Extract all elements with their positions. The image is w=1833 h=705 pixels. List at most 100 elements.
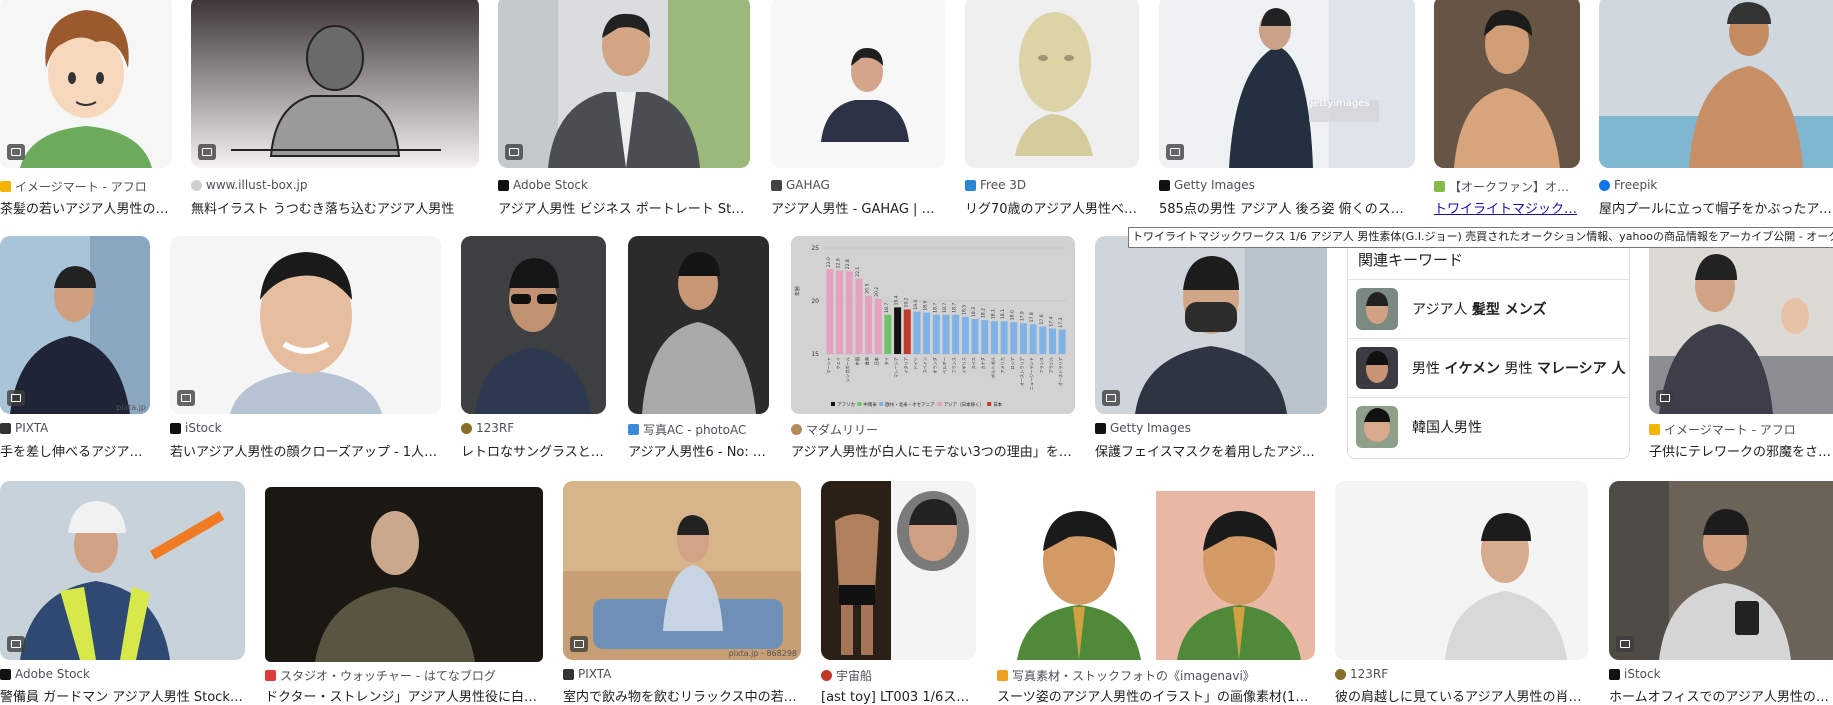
result-source[interactable]: 宇宙船	[821, 667, 872, 684]
result-card[interactable]: イメージマート - アフロ 子供にテレワークの邪魔をされる	[1649, 236, 1833, 460]
result-title[interactable]: スーツ姿のアジア人男性のイラスト」の画像素材(1005…	[997, 686, 1315, 705]
result-card[interactable]: イメージマート - アフロ 茶髪の若いアジア人男性の顔…	[0, 0, 172, 217]
result-card[interactable]: Free 3D リグ70歳のアジア人男性べ…	[965, 0, 1139, 217]
result-source[interactable]: イメージマート - アフロ	[1649, 421, 1796, 438]
result-source[interactable]: Freepik	[1599, 178, 1657, 192]
result-card[interactable]: Freepik 屋内プールに立って帽子をかぶったアジア…	[1599, 0, 1833, 217]
result-card[interactable]: 【オークファン】オ… トワイライトマジック…	[1434, 0, 1580, 217]
result-title[interactable]: アジア人男性が白人にモテない3つの理由」を説…	[791, 441, 1075, 460]
related-keyword-item[interactable]: 男性 イケメン 男性 マレーシア 人	[1348, 338, 1629, 397]
result-thumbnail[interactable]	[461, 236, 606, 414]
result-thumbnail[interactable]: 15 20 25 年齢 23.0 22.9 22.8 22.1 20.5 20.2 18.7 19.…	[791, 236, 1075, 414]
result-source[interactable]: 123RF	[1335, 667, 1388, 681]
result-title[interactable]: 屋内プールに立って帽子をかぶったアジア…	[1599, 198, 1833, 217]
related-keyword-item[interactable]: アジア人 髪型 メンズ	[1348, 279, 1629, 338]
result-card[interactable]: 写真AC - photoAC アジア人男性6 - No: 23…	[628, 236, 769, 460]
result-source[interactable]: 【オークファン】オ…	[1434, 178, 1569, 195]
related-keyword-label[interactable]: 男性 イケメン 男性 マレーシア 人	[1412, 358, 1626, 378]
result-thumbnail[interactable]	[0, 481, 245, 660]
result-source[interactable]: スタジオ・ウォッチャー - はてなブログ	[265, 667, 496, 684]
result-source[interactable]: 123RF	[461, 421, 514, 435]
result-thumbnail[interactable]	[628, 236, 769, 414]
result-source[interactable]: Adobe Stock	[498, 178, 588, 192]
result-title[interactable]: アジア人男性 - GAHAG | 著…	[771, 198, 945, 217]
result-title[interactable]: アジア人男性6 - No: 23…	[628, 441, 769, 460]
result-card[interactable]: 123RF レトロなサングラスと…	[461, 236, 606, 460]
result-source[interactable]: イメージマート - アフロ	[0, 178, 147, 195]
chart-data-label: 18.3	[971, 307, 977, 317]
result-thumbnail[interactable]: gettyimages	[1159, 0, 1415, 168]
result-title[interactable]: レトロなサングラスと…	[461, 441, 606, 460]
result-thumbnail[interactable]	[1335, 481, 1588, 660]
result-card[interactable]: www.illust-box.jp 無料イラスト うつむき落ち込むアジア人男性	[191, 0, 479, 217]
result-source[interactable]: 写真AC - photoAC	[628, 421, 746, 438]
result-thumbnail[interactable]	[821, 481, 976, 660]
result-thumbnail[interactable]	[0, 0, 172, 168]
result-card[interactable]: pixta.jp PIXTA 手を差し伸べるアジア人…	[0, 236, 150, 460]
result-card[interactable]: スタジオ・ウォッチャー - はてなブログ ドクター・ストレンジ」アジア人男性役に…	[265, 481, 543, 705]
result-source[interactable]: iStock	[1609, 667, 1661, 681]
result-thumbnail[interactable]	[191, 0, 479, 168]
result-card[interactable]: 15 20 25 年齢 23.0 22.9 22.8 22.1 20.5 20.2 18.7 19.…	[791, 236, 1075, 460]
result-title[interactable]: 彼の肩越しに見ているアジア人男性の肖像…	[1335, 686, 1588, 705]
related-keyword-label[interactable]: 韓国人男性	[1412, 417, 1482, 437]
result-thumbnail[interactable]	[498, 0, 750, 168]
related-keyword-label[interactable]: アジア人 髪型 メンズ	[1412, 299, 1546, 319]
result-thumbnail[interactable]: pixta.jp - 868298	[563, 481, 801, 660]
result-thumbnail[interactable]	[1095, 236, 1327, 414]
result-thumbnail[interactable]	[1609, 481, 1833, 660]
result-card[interactable]: 宇宙船 [ast toy] LT003 1/6スケ…	[821, 481, 976, 705]
result-title[interactable]: 茶髪の若いアジア人男性の顔…	[0, 198, 172, 217]
result-title[interactable]: 保護フェイスマスクを着用したアジア…	[1095, 441, 1327, 460]
result-title[interactable]: 警備員 ガードマン アジア人男性 Stock 写…	[0, 686, 245, 705]
result-source[interactable]: www.illust-box.jp	[191, 178, 308, 192]
result-title[interactable]: ドクター・ストレンジ」アジア人男性役に白人…	[265, 686, 543, 705]
result-title[interactable]: 無料イラスト うつむき落ち込むアジア人男性	[191, 198, 479, 217]
man-window-photo-image	[1159, 0, 1415, 168]
result-source[interactable]: Getty Images	[1159, 178, 1255, 192]
result-thumbnail[interactable]	[997, 481, 1315, 660]
result-thumbnail[interactable]	[965, 0, 1139, 168]
result-source[interactable]: Free 3D	[965, 178, 1026, 192]
chart-bar	[961, 316, 969, 354]
result-card[interactable]: 写真素材・ストックフォトの《imagenavi》 スーツ姿のアジア人男性のイラス…	[997, 481, 1315, 705]
related-keyword-item[interactable]: 韓国人男性	[1348, 397, 1629, 456]
result-title[interactable]: アジア人男性 ビジネス ポートレート Stock…	[498, 198, 750, 217]
result-thumbnail[interactable]	[265, 487, 543, 662]
result-thumbnail[interactable]	[1599, 0, 1833, 168]
chart-data-label: 19.2	[903, 297, 909, 307]
result-thumbnail[interactable]	[170, 236, 441, 414]
result-title[interactable]: トワイライトマジック…	[1434, 198, 1580, 217]
result-thumbnail[interactable]: pixta.jp	[0, 236, 150, 414]
result-source[interactable]: PIXTA	[563, 667, 611, 681]
result-thumbnail[interactable]	[1434, 0, 1580, 168]
result-card[interactable]: Adobe Stock 警備員 ガードマン アジア人男性 Stock 写…	[0, 481, 245, 705]
chart-bar	[845, 271, 853, 354]
result-thumbnail[interactable]	[1649, 236, 1833, 414]
result-card[interactable]: GAHAG アジア人男性 - GAHAG | 著…	[771, 0, 945, 217]
result-source[interactable]: マダムリリー	[791, 421, 878, 438]
result-title[interactable]: 子供にテレワークの邪魔をされる	[1649, 441, 1833, 460]
result-card[interactable]: iStock ホームオフィスでのアジア人男性のvlog…	[1609, 481, 1833, 705]
result-source[interactable]: iStock	[170, 421, 222, 435]
result-source[interactable]: 写真素材・ストックフォトの《imagenavi》	[997, 667, 1255, 684]
result-thumbnail[interactable]	[771, 0, 945, 168]
result-source[interactable]: Getty Images	[1095, 421, 1191, 435]
result-card[interactable]: pixta.jp - 868298 PIXTA 室内で飲み物を飲むリラックス中の…	[563, 481, 801, 705]
result-card[interactable]: Getty Images 保護フェイスマスクを着用したアジア…	[1095, 236, 1327, 460]
result-title[interactable]: 若いアジア人男性の顔クローズアップ - 1人の…	[170, 441, 441, 460]
chart-x-tick: スペイン	[923, 357, 928, 373]
result-source[interactable]: PIXTA	[0, 421, 48, 435]
result-title[interactable]: ホームオフィスでのアジア人男性のvlog…	[1609, 686, 1833, 705]
result-card[interactable]: iStock 若いアジア人男性の顔クローズアップ - 1人の…	[170, 236, 441, 460]
result-card[interactable]: 123RF 彼の肩越しに見ているアジア人男性の肖像…	[1335, 481, 1588, 705]
result-title[interactable]: リグ70歳のアジア人男性べ…	[965, 198, 1139, 217]
result-source[interactable]: GAHAG	[771, 178, 830, 192]
result-card[interactable]: gettyimages Getty Images 585点の男性 アジア人 後ろ…	[1159, 0, 1415, 217]
result-source[interactable]: Adobe Stock	[0, 667, 90, 681]
result-title[interactable]: 室内で飲み物を飲むリラックス中の若い…	[563, 686, 801, 705]
result-title[interactable]: 585点の男性 アジア人 後ろ姿 俯くのストッ…	[1159, 198, 1415, 217]
result-title[interactable]: 手を差し伸べるアジア人…	[0, 441, 150, 460]
result-title[interactable]: [ast toy] LT003 1/6スケ…	[821, 686, 976, 705]
result-card[interactable]: Adobe Stock アジア人男性 ビジネス ポートレート Stock…	[498, 0, 750, 217]
